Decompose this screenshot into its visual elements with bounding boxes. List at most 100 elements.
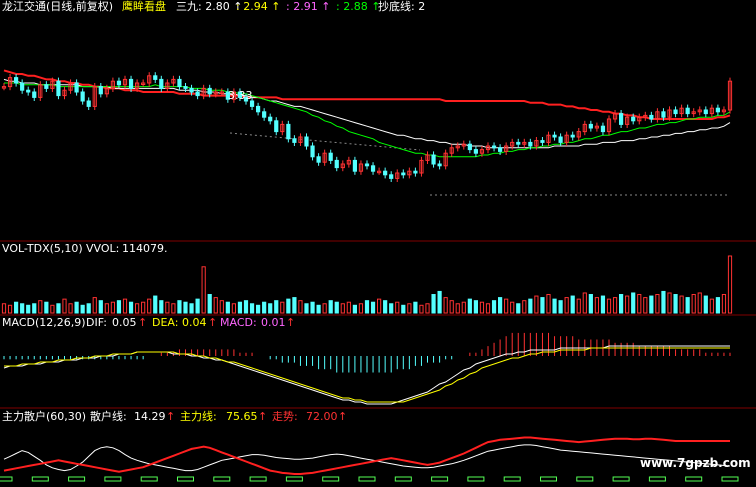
header-item-1: : 2.94 ↑ xyxy=(236,0,280,13)
volume-bar xyxy=(498,297,503,314)
volume-bar xyxy=(243,300,249,314)
volume-bar xyxy=(50,304,55,314)
volume-bar xyxy=(576,298,581,314)
candle xyxy=(473,149,478,154)
dotted-reference-line xyxy=(229,132,421,151)
volume-bar xyxy=(262,301,267,314)
volume-bar xyxy=(304,303,309,314)
zone-marker xyxy=(322,476,340,482)
zone-marker xyxy=(648,476,666,482)
candle xyxy=(528,141,533,147)
volume-bar xyxy=(328,300,333,314)
sanhu-arrow: ↑ xyxy=(166,410,175,423)
volume-bar xyxy=(570,295,575,314)
volume-bar xyxy=(286,298,291,314)
chart-title: 龙江交通(日线,前复权) xyxy=(2,0,113,13)
candle xyxy=(370,165,376,172)
zone-marker xyxy=(140,476,158,482)
watermark: www.7gpzb.com xyxy=(640,456,751,470)
volume-bar xyxy=(298,300,303,314)
volume-bar xyxy=(673,294,678,314)
volume-bar xyxy=(546,294,551,314)
volume-bar xyxy=(582,292,587,314)
volume-bar xyxy=(68,303,73,314)
sanhu-value: 14.29 xyxy=(134,410,166,423)
candle xyxy=(558,136,563,143)
volume-bar xyxy=(213,297,218,314)
volume-bar xyxy=(625,295,630,314)
candle xyxy=(153,75,158,80)
volume-bar xyxy=(715,297,720,314)
zone-marker xyxy=(213,476,231,482)
volume-bar xyxy=(631,292,636,314)
zone-marker xyxy=(394,476,412,482)
volume-bar xyxy=(358,303,364,314)
volume-bar xyxy=(528,298,533,314)
volume-bar xyxy=(56,303,61,314)
volume-bar xyxy=(268,303,273,314)
volume-bar xyxy=(364,300,370,314)
volume-bar xyxy=(86,303,91,314)
volume-bar xyxy=(564,297,569,314)
volume-bar xyxy=(522,300,527,314)
candle xyxy=(467,143,472,151)
candle xyxy=(328,152,333,161)
zone-marker xyxy=(685,476,703,482)
volume-bar xyxy=(685,297,690,314)
volume-bar xyxy=(479,301,485,314)
volume-bar xyxy=(721,294,727,314)
candle xyxy=(334,159,339,169)
candle xyxy=(498,147,503,152)
candle xyxy=(516,141,521,145)
candle xyxy=(207,87,212,95)
candle xyxy=(413,170,418,174)
volume-bar xyxy=(183,301,188,314)
volume-bar xyxy=(207,294,212,314)
tail-label: 抄底线: 2 xyxy=(378,0,425,13)
zone-marker xyxy=(612,476,630,482)
volume-value: 114079. xyxy=(122,242,168,255)
dif-arrow: ↑ xyxy=(138,316,147,329)
volume-bar xyxy=(237,301,243,314)
candle xyxy=(128,78,134,89)
sanhu-label: 散户线: xyxy=(90,409,127,423)
volume-bar xyxy=(316,304,321,314)
volume-bar xyxy=(322,303,327,314)
volume-bar xyxy=(655,294,660,314)
volume-bar xyxy=(552,298,557,314)
volume-bar xyxy=(558,300,563,314)
volume-bar xyxy=(135,303,140,314)
volume-bar xyxy=(159,300,164,314)
volume-bar xyxy=(594,297,599,314)
volume-bar xyxy=(504,298,509,314)
volume-bar xyxy=(219,300,224,314)
zone-marker xyxy=(576,476,594,482)
candle xyxy=(56,80,61,97)
volume-bar xyxy=(461,301,466,314)
candle xyxy=(401,172,406,176)
candle xyxy=(552,134,557,138)
volume-bar xyxy=(141,301,146,314)
zhuli-value: 75.65 xyxy=(226,410,258,423)
candle xyxy=(389,174,394,179)
volume-bar xyxy=(425,303,430,314)
volume-bar xyxy=(449,300,454,314)
volume-bar xyxy=(256,304,261,314)
volume-bar xyxy=(225,301,230,314)
candle xyxy=(437,163,442,167)
candle xyxy=(715,107,720,113)
volume-bar xyxy=(128,301,134,314)
volume-bar xyxy=(32,303,37,314)
volume-bar xyxy=(473,300,478,314)
volume-bar xyxy=(431,294,436,314)
volume-bar xyxy=(370,301,376,314)
candle xyxy=(256,105,261,113)
header-item-0: 三九: 2.80 ↑ xyxy=(176,0,242,13)
zone-marker xyxy=(358,476,376,482)
zone-marker xyxy=(431,476,449,482)
volume-bar xyxy=(80,304,85,314)
candle xyxy=(159,78,164,89)
zone-marker xyxy=(285,476,303,482)
volume-bar xyxy=(401,304,406,314)
volume-bar xyxy=(697,292,702,314)
